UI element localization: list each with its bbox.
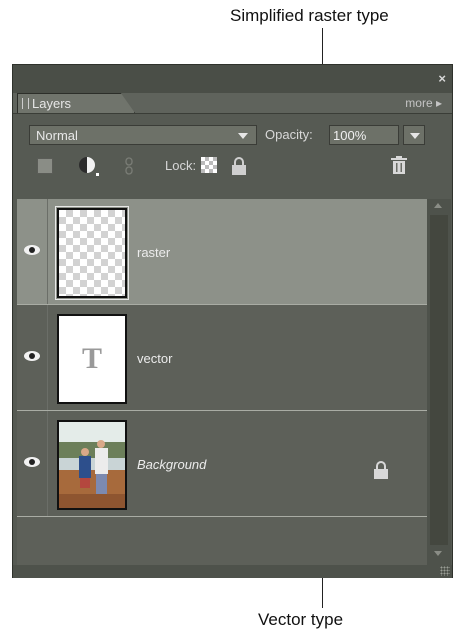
blend-mode-select[interactable]: Normal — [29, 125, 257, 145]
layer-row-background[interactable]: Background — [17, 411, 427, 517]
opacity-value: 100% — [333, 128, 367, 143]
layers-list: raster T vector Background — [17, 199, 427, 565]
more-button[interactable]: more ▸ — [405, 96, 442, 110]
chevron-down-icon — [238, 133, 248, 139]
lock-all-icon[interactable] — [231, 157, 247, 175]
layer-thumbnail-photo — [57, 420, 127, 510]
layer-name: Background — [137, 457, 207, 472]
lock-label: Lock: — [165, 158, 197, 173]
chevron-down-icon — [410, 133, 420, 139]
tab-layers[interactable]: Layers — [17, 93, 135, 113]
tab-grip-icon — [22, 98, 29, 109]
visibility-toggle[interactable] — [17, 199, 48, 304]
adjustment-menu-indicator — [96, 173, 99, 176]
visibility-toggle[interactable] — [17, 411, 48, 516]
layer-thumbnail-transparent — [55, 206, 129, 300]
layer-name: vector — [137, 351, 173, 366]
eye-icon — [24, 457, 40, 467]
panel-tabstrip: Layers more ▸ — [13, 93, 452, 114]
tab-layers-label: Layers — [32, 96, 72, 111]
eye-icon — [24, 351, 40, 361]
scroll-up-icon[interactable] — [434, 203, 442, 208]
new-layer-icon[interactable] — [37, 158, 53, 174]
lock-transparency-icon[interactable] — [201, 157, 217, 173]
layers-scrollbar[interactable] — [427, 199, 451, 565]
lock-icon — [374, 461, 388, 479]
layers-panel: × Layers more ▸ Normal Opacity: 100% Loc… — [12, 64, 453, 578]
adjustment-layer-icon[interactable] — [79, 157, 95, 173]
trash-icon[interactable] — [391, 156, 407, 174]
callout-vector-type: Vector type — [258, 610, 344, 629]
layer-thumbnail-type: T — [57, 314, 127, 404]
layer-name: raster — [137, 245, 171, 260]
close-icon[interactable]: × — [438, 71, 446, 86]
opacity-input[interactable]: 100% — [329, 125, 399, 145]
scroll-down-icon[interactable] — [434, 551, 442, 556]
panel-bottom-bar — [13, 565, 452, 578]
link-icon[interactable] — [125, 157, 133, 175]
opacity-label: Opacity: — [265, 127, 313, 142]
type-layer-glyph: T — [81, 342, 102, 375]
layer-row-vector[interactable]: T vector — [17, 305, 427, 411]
opacity-dropdown-button[interactable] — [403, 125, 425, 145]
resize-grip-icon[interactable] — [440, 566, 450, 576]
eye-icon — [24, 245, 40, 255]
layer-row-raster[interactable]: raster — [17, 199, 427, 305]
scroll-thumb[interactable] — [430, 215, 448, 545]
callout-raster-type: Simplified raster type — [230, 6, 389, 25]
panel-titlebar: × — [13, 65, 452, 93]
visibility-toggle[interactable] — [17, 305, 48, 410]
leader-line-top-outside — [322, 28, 323, 64]
blend-mode-value: Normal — [36, 128, 78, 143]
leader-line-bottom-outside — [322, 578, 323, 608]
